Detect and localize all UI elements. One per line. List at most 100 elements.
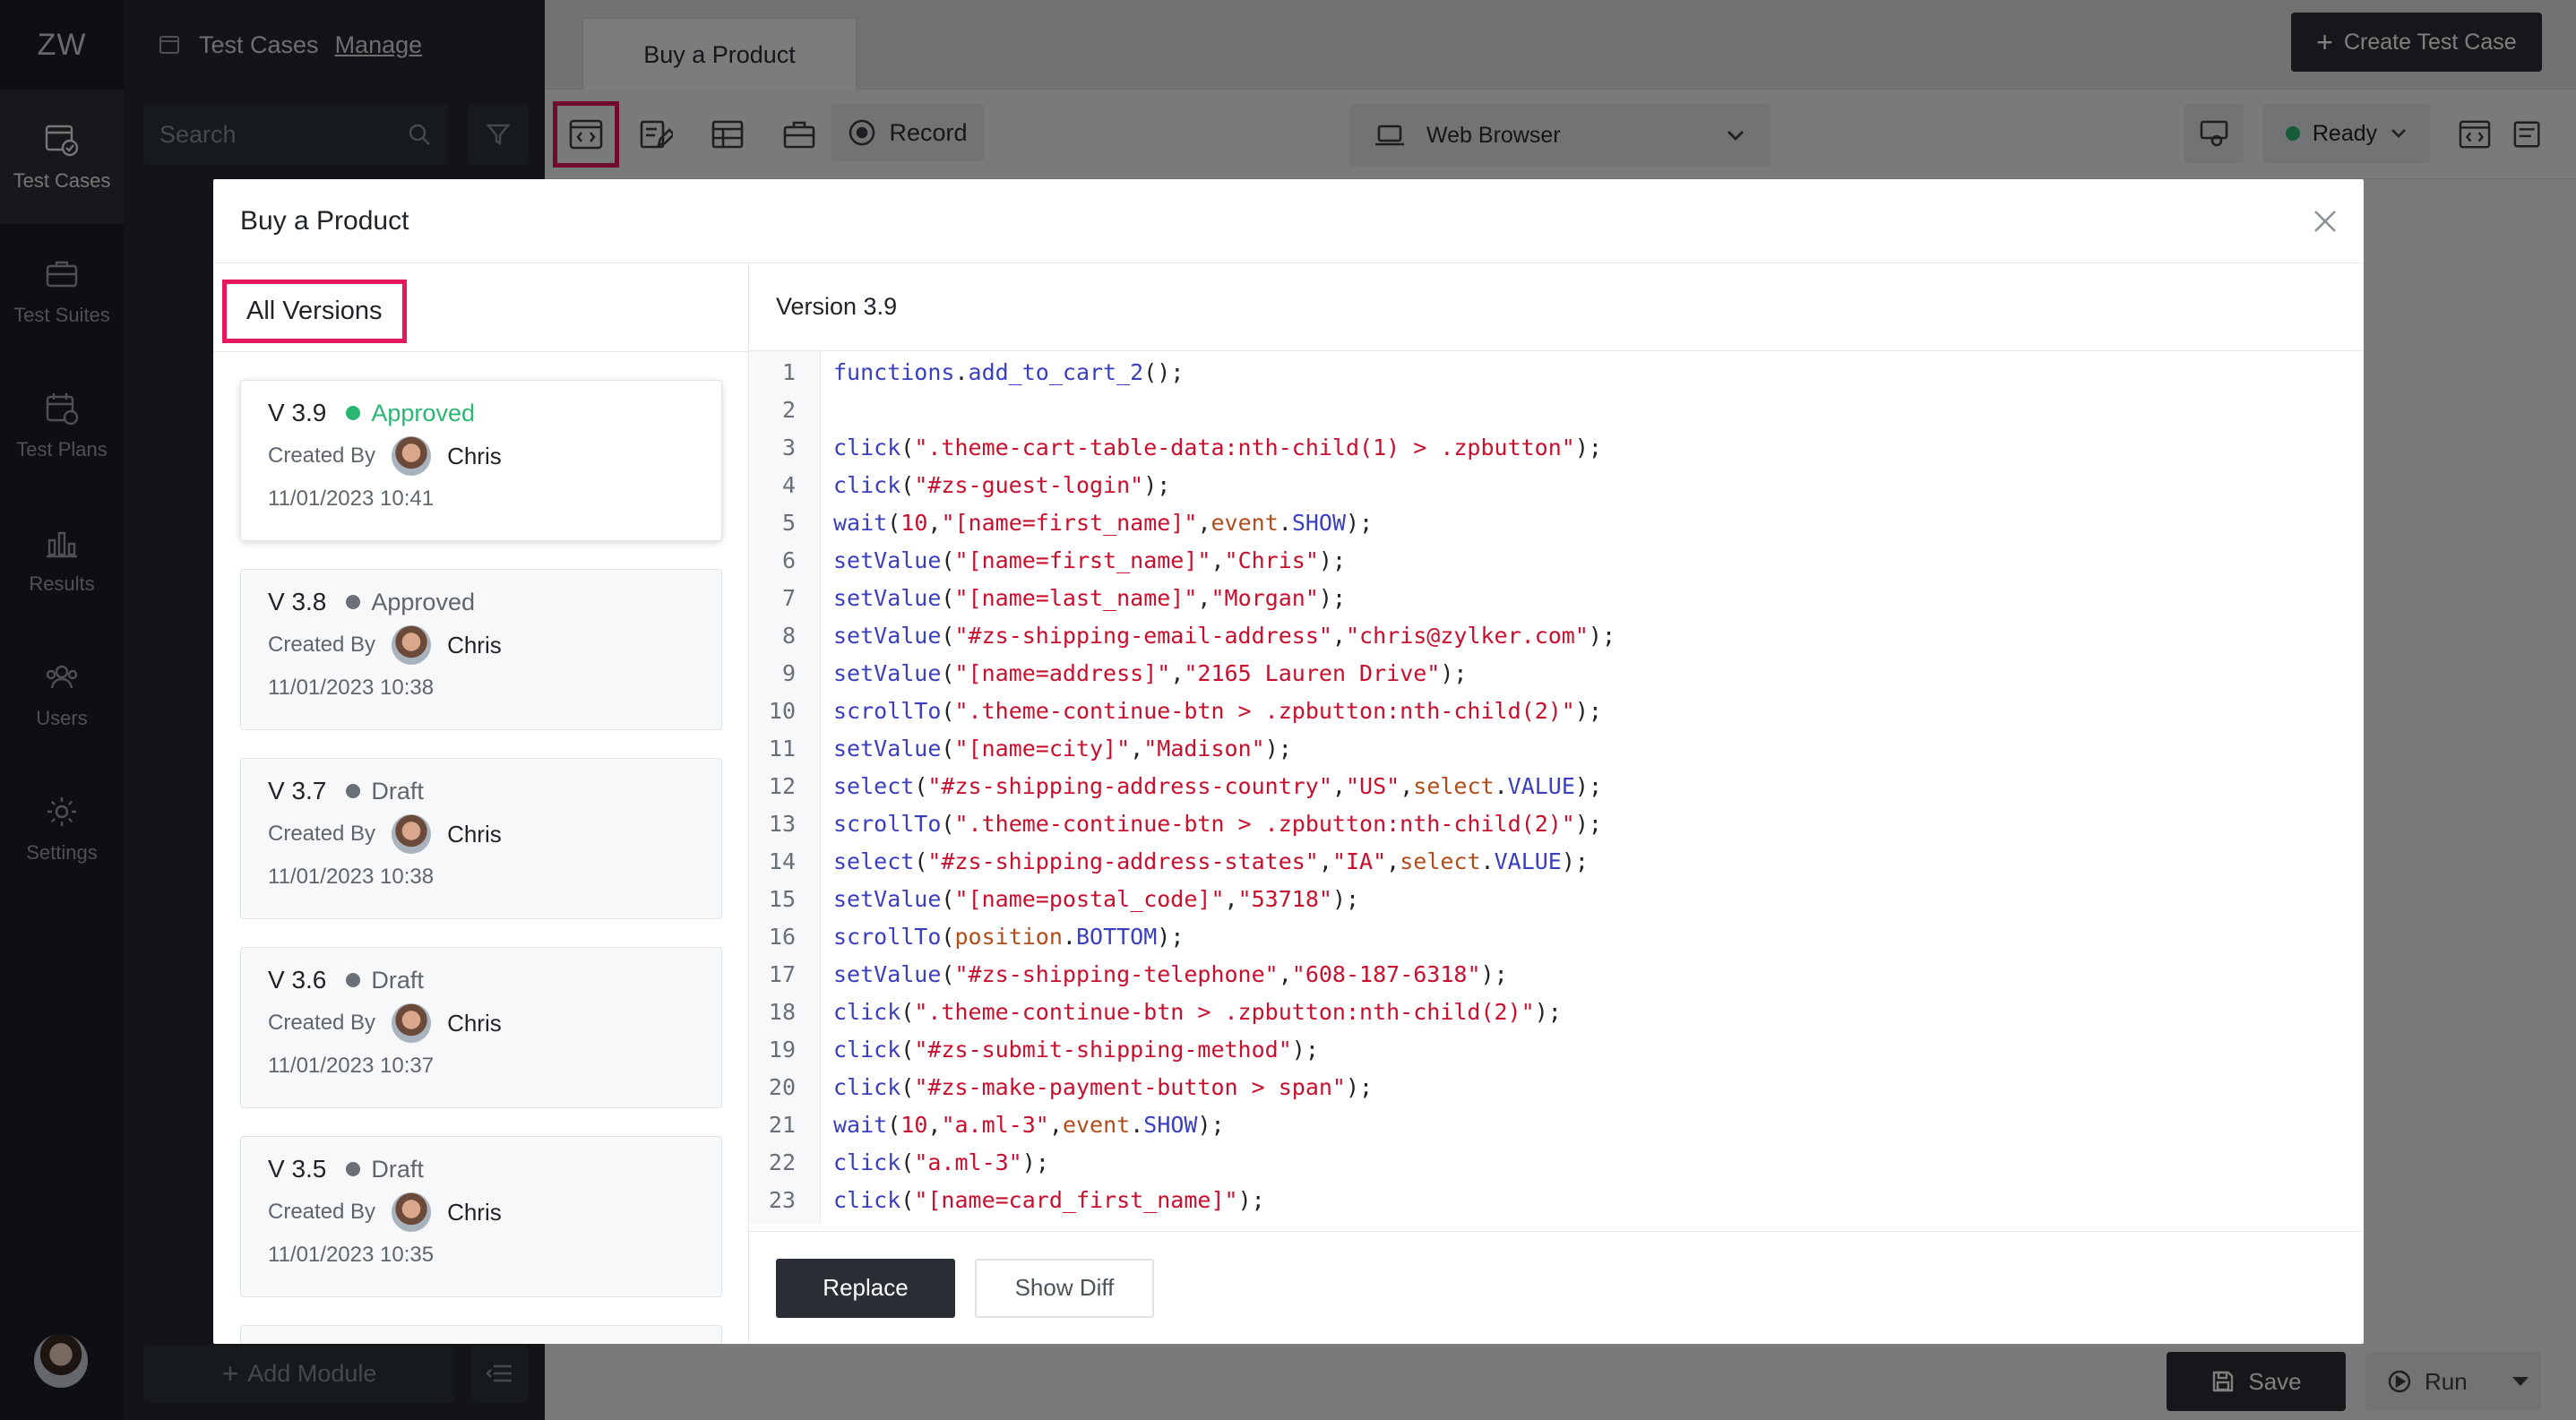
code-line: 8 setValue("#zs-shipping-email-address","…: [749, 616, 1615, 654]
version-number: V 3.7: [268, 777, 327, 805]
line-number: 3: [781, 434, 796, 460]
code-line: 5 wait(10,"[name=first_name]",event.SHOW)…: [749, 503, 1373, 541]
code-text: click(".theme-cart-table-data:nth-child(…: [833, 434, 1602, 460]
code-line: 2: [749, 391, 796, 428]
divider: [213, 351, 748, 352]
author-avatar: [392, 1003, 432, 1043]
line-number: 10: [768, 697, 796, 724]
version-date: 11/01/2023 10:37: [268, 1054, 435, 1078]
code-line: 1 functions.add_to_cart_2();: [749, 353, 1184, 391]
code-line: 15 setValue("[name=postal_code]","53718")…: [749, 880, 1359, 917]
code-line: 9 setValue("[name=address]","2165 Lauren …: [749, 654, 1468, 692]
code-text: setValue("[name=last_name]","Morgan");: [833, 584, 1347, 611]
close-icon[interactable]: [2310, 206, 2340, 237]
status-dot: [346, 784, 361, 798]
line-number: 18: [768, 998, 796, 1025]
code-text: click("#zs-submit-shipping-method");: [833, 1036, 1319, 1063]
code-text: setValue("[name=postal_code]","53718");: [833, 885, 1360, 912]
version-status: Approved: [371, 399, 475, 426]
code-line: 4 click("#zs-guest-login");: [749, 466, 1170, 503]
code-text: setValue("[name=address]","2165 Lauren D…: [833, 659, 1468, 686]
version-card[interactable]: V 3.5 Draft Created By Chris 11/01/2023 10…: [240, 1136, 722, 1297]
code-text: wait(10,"[name=first_name]",event.SHOW);: [833, 509, 1374, 536]
code-line: 20 click("#zs-make-payment-button > span"…: [749, 1068, 1373, 1106]
version-status: Draft: [371, 966, 424, 994]
code-line: 3 click(".theme-cart-table-data:nth-child…: [749, 428, 1602, 466]
code-text: scrollTo(".theme-continue-btn > .zpbutto…: [833, 697, 1602, 724]
line-number: 9: [781, 659, 796, 686]
code-text: click(".theme-continue-btn > .zpbutton:n…: [833, 998, 1562, 1025]
status-dot: [346, 1162, 361, 1176]
version-status: Draft: [371, 777, 424, 805]
line-number: 21: [768, 1111, 796, 1138]
line-number: 23: [768, 1186, 796, 1213]
version-date: 11/01/2023 10:38: [268, 865, 435, 889]
created-by-label: Created By: [268, 822, 376, 846]
line-number: 1: [781, 358, 796, 385]
line-number: 2: [781, 396, 796, 423]
code-line: 16 scrollTo(position.BOTTOM);: [749, 917, 1185, 955]
line-number: 22: [768, 1149, 796, 1175]
code-text: click("a.ml-3");: [833, 1149, 1049, 1175]
status-dot: [346, 406, 361, 420]
code-text: setValue("#zs-shipping-email-address","c…: [833, 622, 1616, 649]
line-number: 20: [768, 1073, 796, 1100]
created-by-label: Created By: [268, 1011, 376, 1035]
author-name: Chris: [447, 631, 502, 658]
line-number: 4: [781, 471, 796, 498]
code-text: select("#zs-shipping-address-country","U…: [833, 772, 1603, 799]
code-text: click("#zs-guest-login");: [833, 471, 1171, 498]
line-number: 14: [768, 848, 796, 874]
author-avatar: [392, 814, 432, 854]
status-dot: [346, 595, 361, 609]
show-diff-button[interactable]: Show Diff: [975, 1258, 1154, 1318]
line-number: 6: [781, 546, 796, 573]
created-by-label: Created By: [268, 443, 376, 468]
code-text: scrollTo(".theme-continue-btn > .zpbutto…: [833, 810, 1602, 837]
line-number: 7: [781, 584, 796, 611]
code-line: 12 select("#zs-shipping-address-country",…: [749, 767, 1602, 805]
author-name: Chris: [447, 820, 502, 848]
line-number: 11: [768, 735, 796, 762]
code-text: setValue("[name=first_name]","Chris");: [833, 546, 1347, 573]
version-detail-panel: Version 3.9 1 functions.add_to_cart_2(); 2…: [749, 263, 2364, 1344]
code-text: click("[name=card_first_name]");: [833, 1186, 1265, 1213]
version-title: Version 3.9: [749, 263, 2364, 351]
versions-panel: All Versions V 3.9 Approved Created By Chr…: [213, 263, 749, 1344]
created-by-label: Created By: [268, 633, 376, 657]
code-text: setValue("#zs-shipping-telephone","608-1…: [833, 960, 1508, 987]
dialog-title: Buy a Product: [240, 205, 409, 236]
author-avatar: [392, 1192, 432, 1232]
code-text: click("#zs-make-payment-button > span");: [833, 1073, 1374, 1100]
code-text: select("#zs-shipping-address-states","IA…: [833, 848, 1589, 874]
line-number: 12: [768, 772, 796, 799]
version-card[interactable]: V 3.6 Draft Created By Chris 11/01/2023 10…: [240, 947, 722, 1108]
code-line: 11 setValue("[name=city]","Madison");: [749, 729, 1292, 767]
version-date: 11/01/2023 10:35: [268, 1243, 435, 1267]
line-number: 15: [768, 885, 796, 912]
author-name: Chris: [447, 442, 502, 469]
code-line: 24setValue("[name=card_first_name]","Chr…: [749, 1218, 796, 1224]
version-card[interactable]: [240, 1325, 722, 1344]
code-line: 21 wait(10,"a.ml-3",event.SHOW);: [749, 1106, 1225, 1143]
line-number: 16: [768, 923, 796, 950]
version-history-dialog: Buy a Product All Versions V 3.9 Approved…: [213, 179, 2364, 1344]
dialog-header: Buy a Product: [213, 179, 2364, 263]
replace-button[interactable]: Replace: [776, 1258, 955, 1318]
version-card[interactable]: V 3.7 Draft Created By Chris 11/01/2023 10…: [240, 758, 722, 919]
version-date: 11/01/2023 10:41: [268, 486, 435, 511]
version-number: V 3.5: [268, 1155, 327, 1183]
code-line: 10 scrollTo(".theme-continue-btn > .zpbut…: [749, 692, 1602, 729]
line-number: 5: [781, 509, 796, 536]
version-card[interactable]: V 3.9 Approved Created By Chris 11/01/2023…: [240, 380, 722, 541]
line-number: 13: [768, 810, 796, 837]
code-line: 17 setValue("#zs-shipping-telephone","608…: [749, 955, 1508, 993]
code-viewer[interactable]: 1 functions.add_to_cart_2(); 2 3 click(".the…: [749, 351, 2364, 1224]
code-text: wait(10,"a.ml-3",event.SHOW);: [833, 1111, 1225, 1138]
author-avatar: [392, 436, 432, 476]
code-line: 19 click("#zs-submit-shipping-method");: [749, 1030, 1319, 1068]
version-number: V 3.8: [268, 588, 327, 615]
code-line: 14 select("#zs-shipping-address-states","…: [749, 842, 1589, 880]
version-card[interactable]: V 3.8 Approved Created By Chris 11/01/2023…: [240, 569, 722, 730]
code-line: 6 setValue("[name=first_name]","Chris");: [749, 541, 1346, 579]
